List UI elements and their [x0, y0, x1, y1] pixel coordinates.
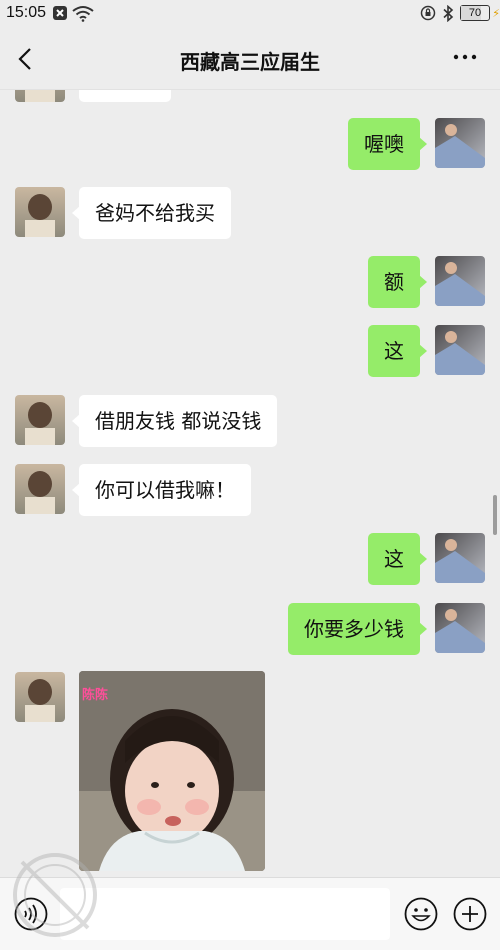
contact-avatar[interactable]: [15, 90, 65, 102]
my-avatar[interactable]: [435, 118, 485, 168]
sticker-caption: 陈陈: [82, 688, 109, 703]
status-time: 15:05: [6, 4, 47, 21]
message-input[interactable]: [60, 888, 390, 940]
battery-indicator: 70: [460, 5, 490, 21]
my-avatar[interactable]: [435, 325, 485, 375]
contact-avatar[interactable]: [15, 395, 65, 445]
message-bubble-outgoing[interactable]: 喔噢: [348, 118, 427, 170]
contact-avatar[interactable]: [15, 464, 65, 514]
chat-header: 西藏高三应届生: [0, 28, 500, 90]
message-list[interactable]: 喔噢 爸妈不给我买 额 这 借朋友钱 都说没钱 你可以借我嘛！ 这 你要多少钱: [0, 90, 500, 877]
status-bar: 15:05 70 ⚡: [0, 0, 500, 28]
my-avatar[interactable]: [435, 603, 485, 653]
my-avatar[interactable]: [435, 533, 485, 583]
my-avatar[interactable]: [435, 256, 485, 306]
message-bubble-outgoing[interactable]: 这: [368, 533, 427, 585]
notification-icon: [53, 6, 67, 20]
message-bubble-incoming[interactable]: [79, 90, 171, 102]
more-dots-icon[interactable]: [450, 42, 480, 72]
bluetooth-icon: [443, 5, 454, 22]
contact-avatar[interactable]: [15, 187, 65, 237]
plus-icon[interactable]: [453, 897, 487, 931]
message-bubble-incoming[interactable]: 你可以借我嘛！: [72, 464, 251, 516]
image-message[interactable]: 陈陈: [79, 671, 265, 871]
lock-rotation-icon: [420, 5, 436, 21]
voice-icon[interactable]: [14, 897, 48, 931]
message-bubble-incoming[interactable]: 借朋友钱 都说没钱: [71, 395, 278, 447]
input-bar: [0, 877, 500, 950]
charging-icon: ⚡: [492, 7, 500, 20]
message-bubble-outgoing[interactable]: 你要多少钱: [288, 603, 427, 655]
wifi-icon: [72, 6, 94, 22]
message-bubble-incoming[interactable]: 爸妈不给我买: [72, 187, 231, 239]
message-bubble-outgoing[interactable]: 这: [368, 325, 427, 377]
emoji-icon[interactable]: [404, 897, 438, 931]
battery-level: 70: [468, 7, 482, 19]
message-bubble-outgoing[interactable]: 额: [368, 256, 427, 308]
chat-title: 西藏高三应届生: [180, 50, 320, 74]
chat-scrollbar[interactable]: [493, 495, 497, 535]
contact-avatar[interactable]: [15, 672, 65, 722]
